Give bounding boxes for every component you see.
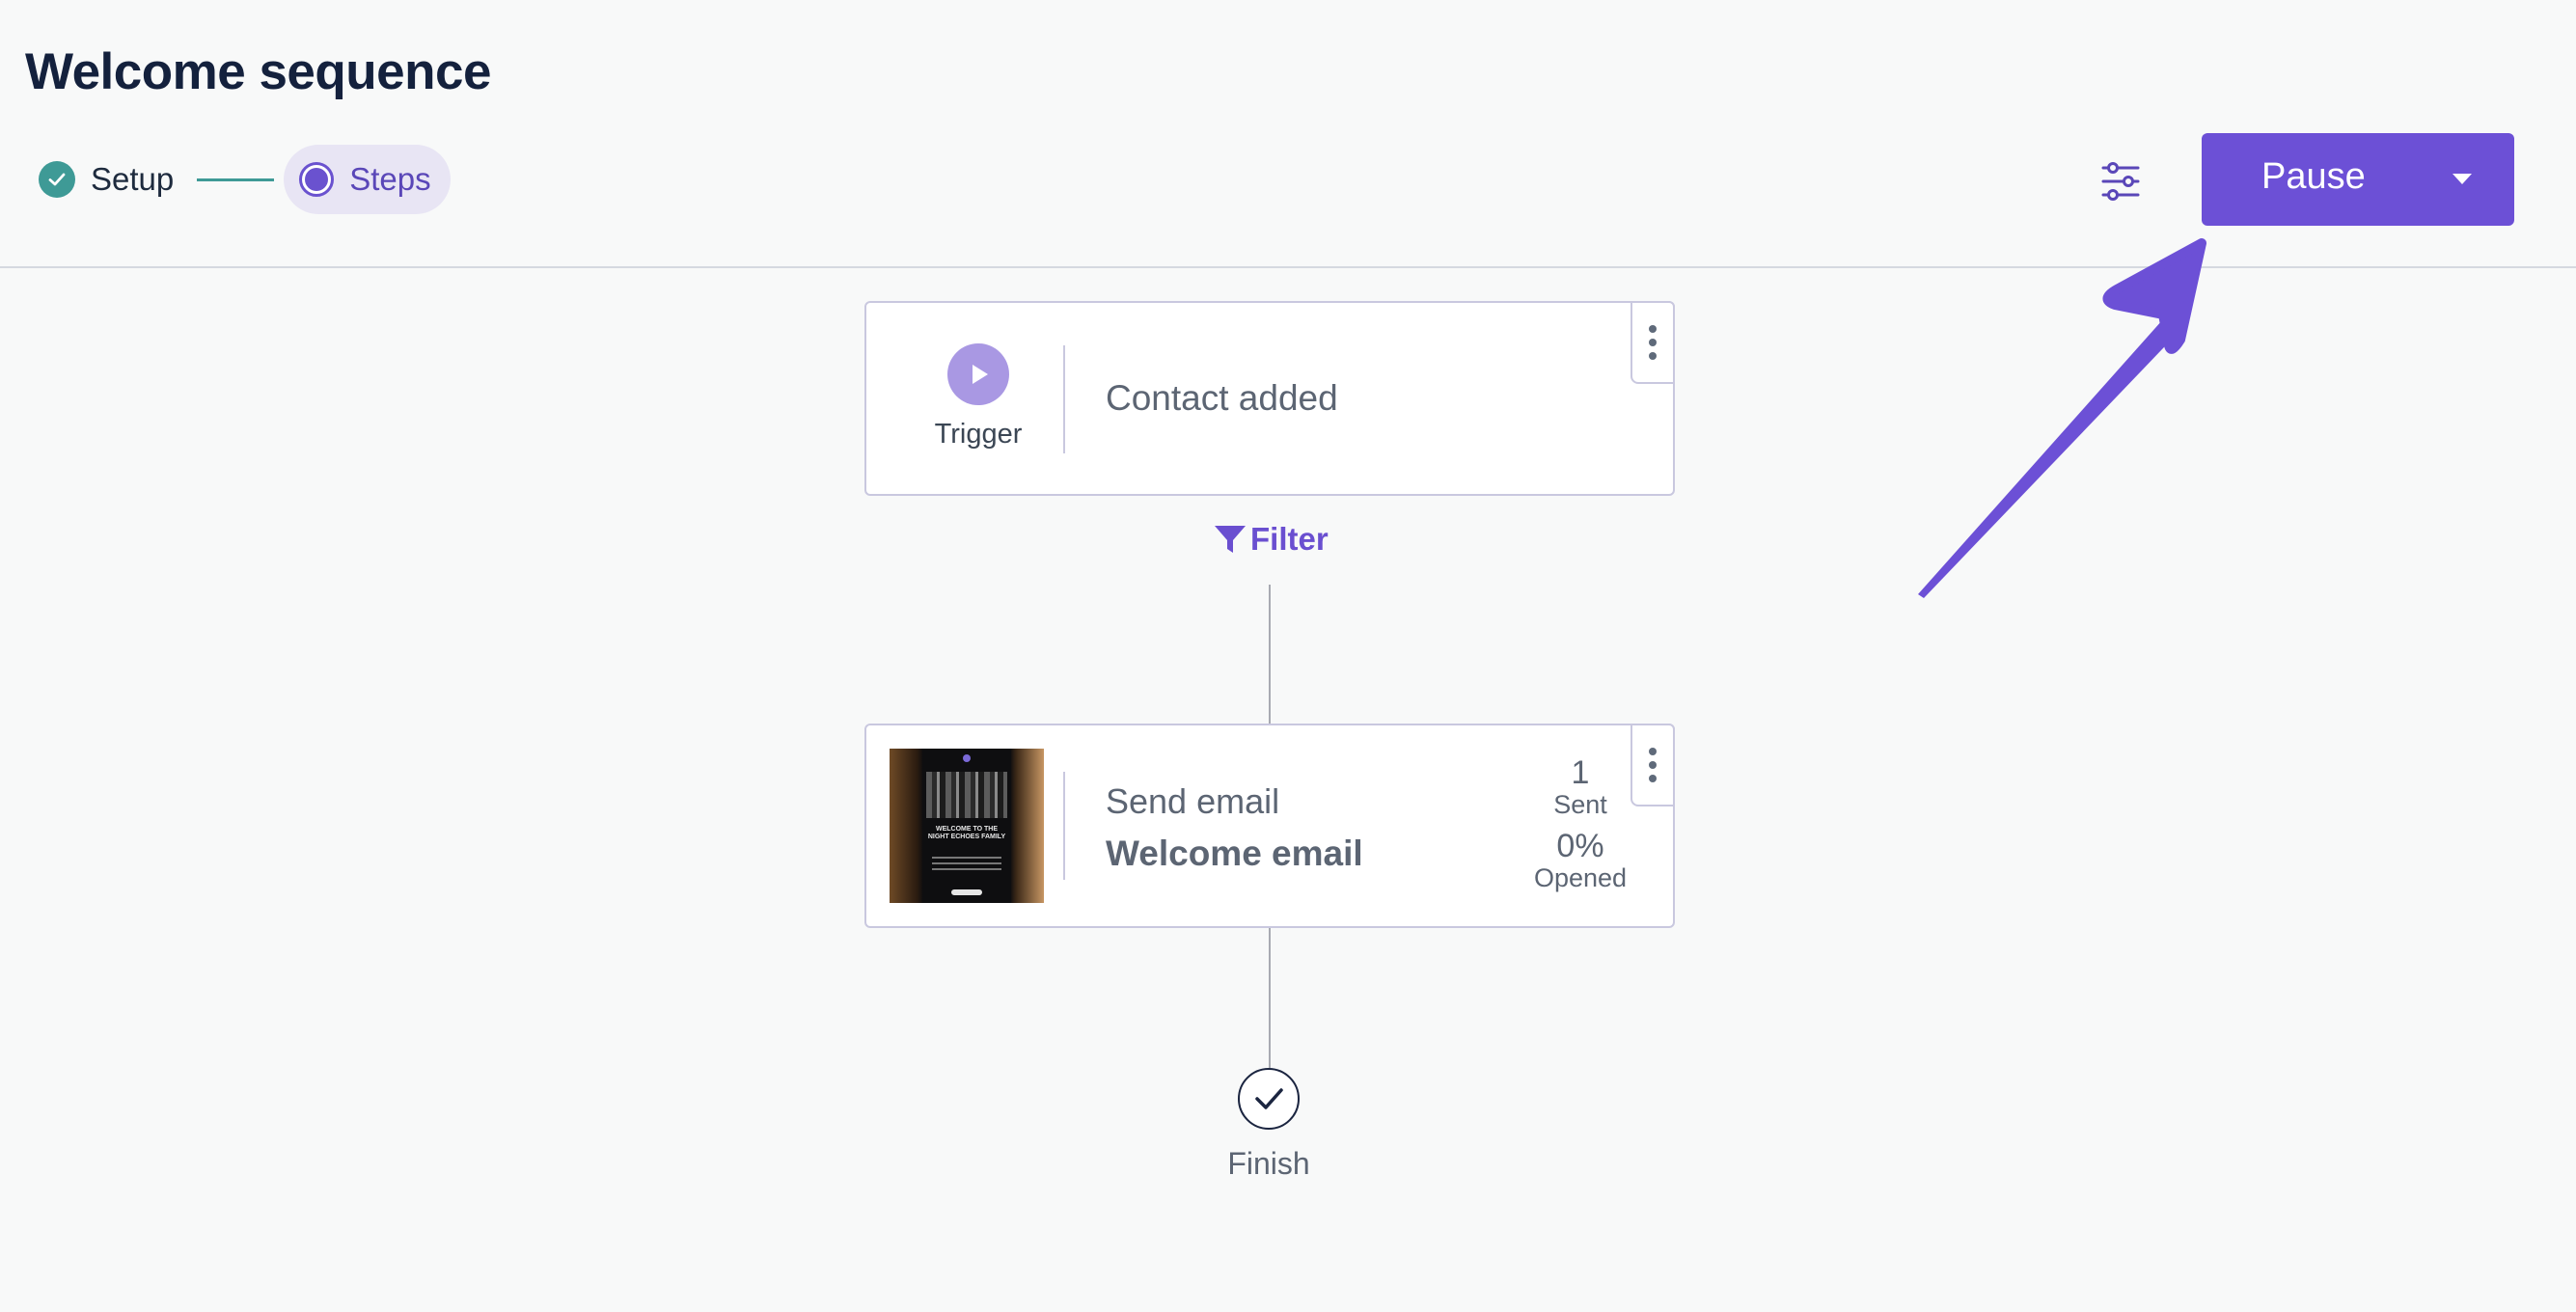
funnel-icon [1215,526,1246,553]
card-divider [1063,772,1065,880]
stepper: Setup Steps [35,145,451,214]
trigger-label: Trigger [934,419,1023,450]
pause-button[interactable]: Pause [2202,133,2514,226]
email-thumbnail: WELCOME TO THE NIGHT ECHOES FAMILY [890,749,1044,903]
stat-opened: 0% Opened [1522,828,1638,893]
trigger-icon-group: Trigger [930,343,1027,451]
connector-line [1269,928,1271,1068]
more-vertical-icon [1649,325,1657,333]
settings-button[interactable] [2094,154,2148,208]
card-divider [1063,345,1065,453]
caret-down-icon[interactable] [2453,174,2472,184]
stat-sent: 1 Sent [1522,754,1638,820]
stat-opened-label: Opened [1533,863,1628,892]
page: Welcome sequence Setup Steps Pause Trigg… [0,0,2576,1312]
play-icon [947,343,1009,405]
page-title: Welcome sequence [25,43,491,100]
email-step-menu-button[interactable] [1631,724,1675,806]
step-steps[interactable]: Steps [284,145,451,214]
finish-label: Finish [1227,1146,1310,1181]
pause-button-label: Pause [2261,156,2366,197]
stat-sent-value: 1 [1571,754,1590,791]
email-step-name: Welcome email [1106,834,1363,873]
email-step-type: Send email [1106,781,1280,821]
step-steps-label: Steps [349,161,431,197]
current-step-icon [299,162,335,197]
email-step-card[interactable]: WELCOME TO THE NIGHT ECHOES FAMILY Send … [864,724,1675,928]
step-connector [197,178,275,181]
connector-line [1269,585,1271,724]
trigger-title: Contact added [1106,378,1338,418]
thumbnail-text: WELCOME TO THE NIGHT ECHOES FAMILY [927,826,1006,840]
trigger-card[interactable]: Trigger Contact added [864,301,1675,496]
stat-opened-value: 0% [1556,828,1604,864]
header: Welcome sequence Setup Steps Pause [0,0,2576,268]
step-setup[interactable]: Setup [35,145,183,214]
check-icon [1238,1068,1300,1130]
check-circle-icon [39,161,75,198]
sliders-icon [2101,162,2140,201]
trigger-menu-button[interactable] [1631,301,1675,384]
step-setup-label: Setup [91,161,175,197]
more-vertical-icon [1649,748,1657,755]
annotation-arrow-icon [1918,238,2206,598]
filter-label: Filter [1250,521,1329,557]
filter-link[interactable]: Filter [1214,521,1329,558]
stat-sent-label: Sent [1553,790,1607,819]
